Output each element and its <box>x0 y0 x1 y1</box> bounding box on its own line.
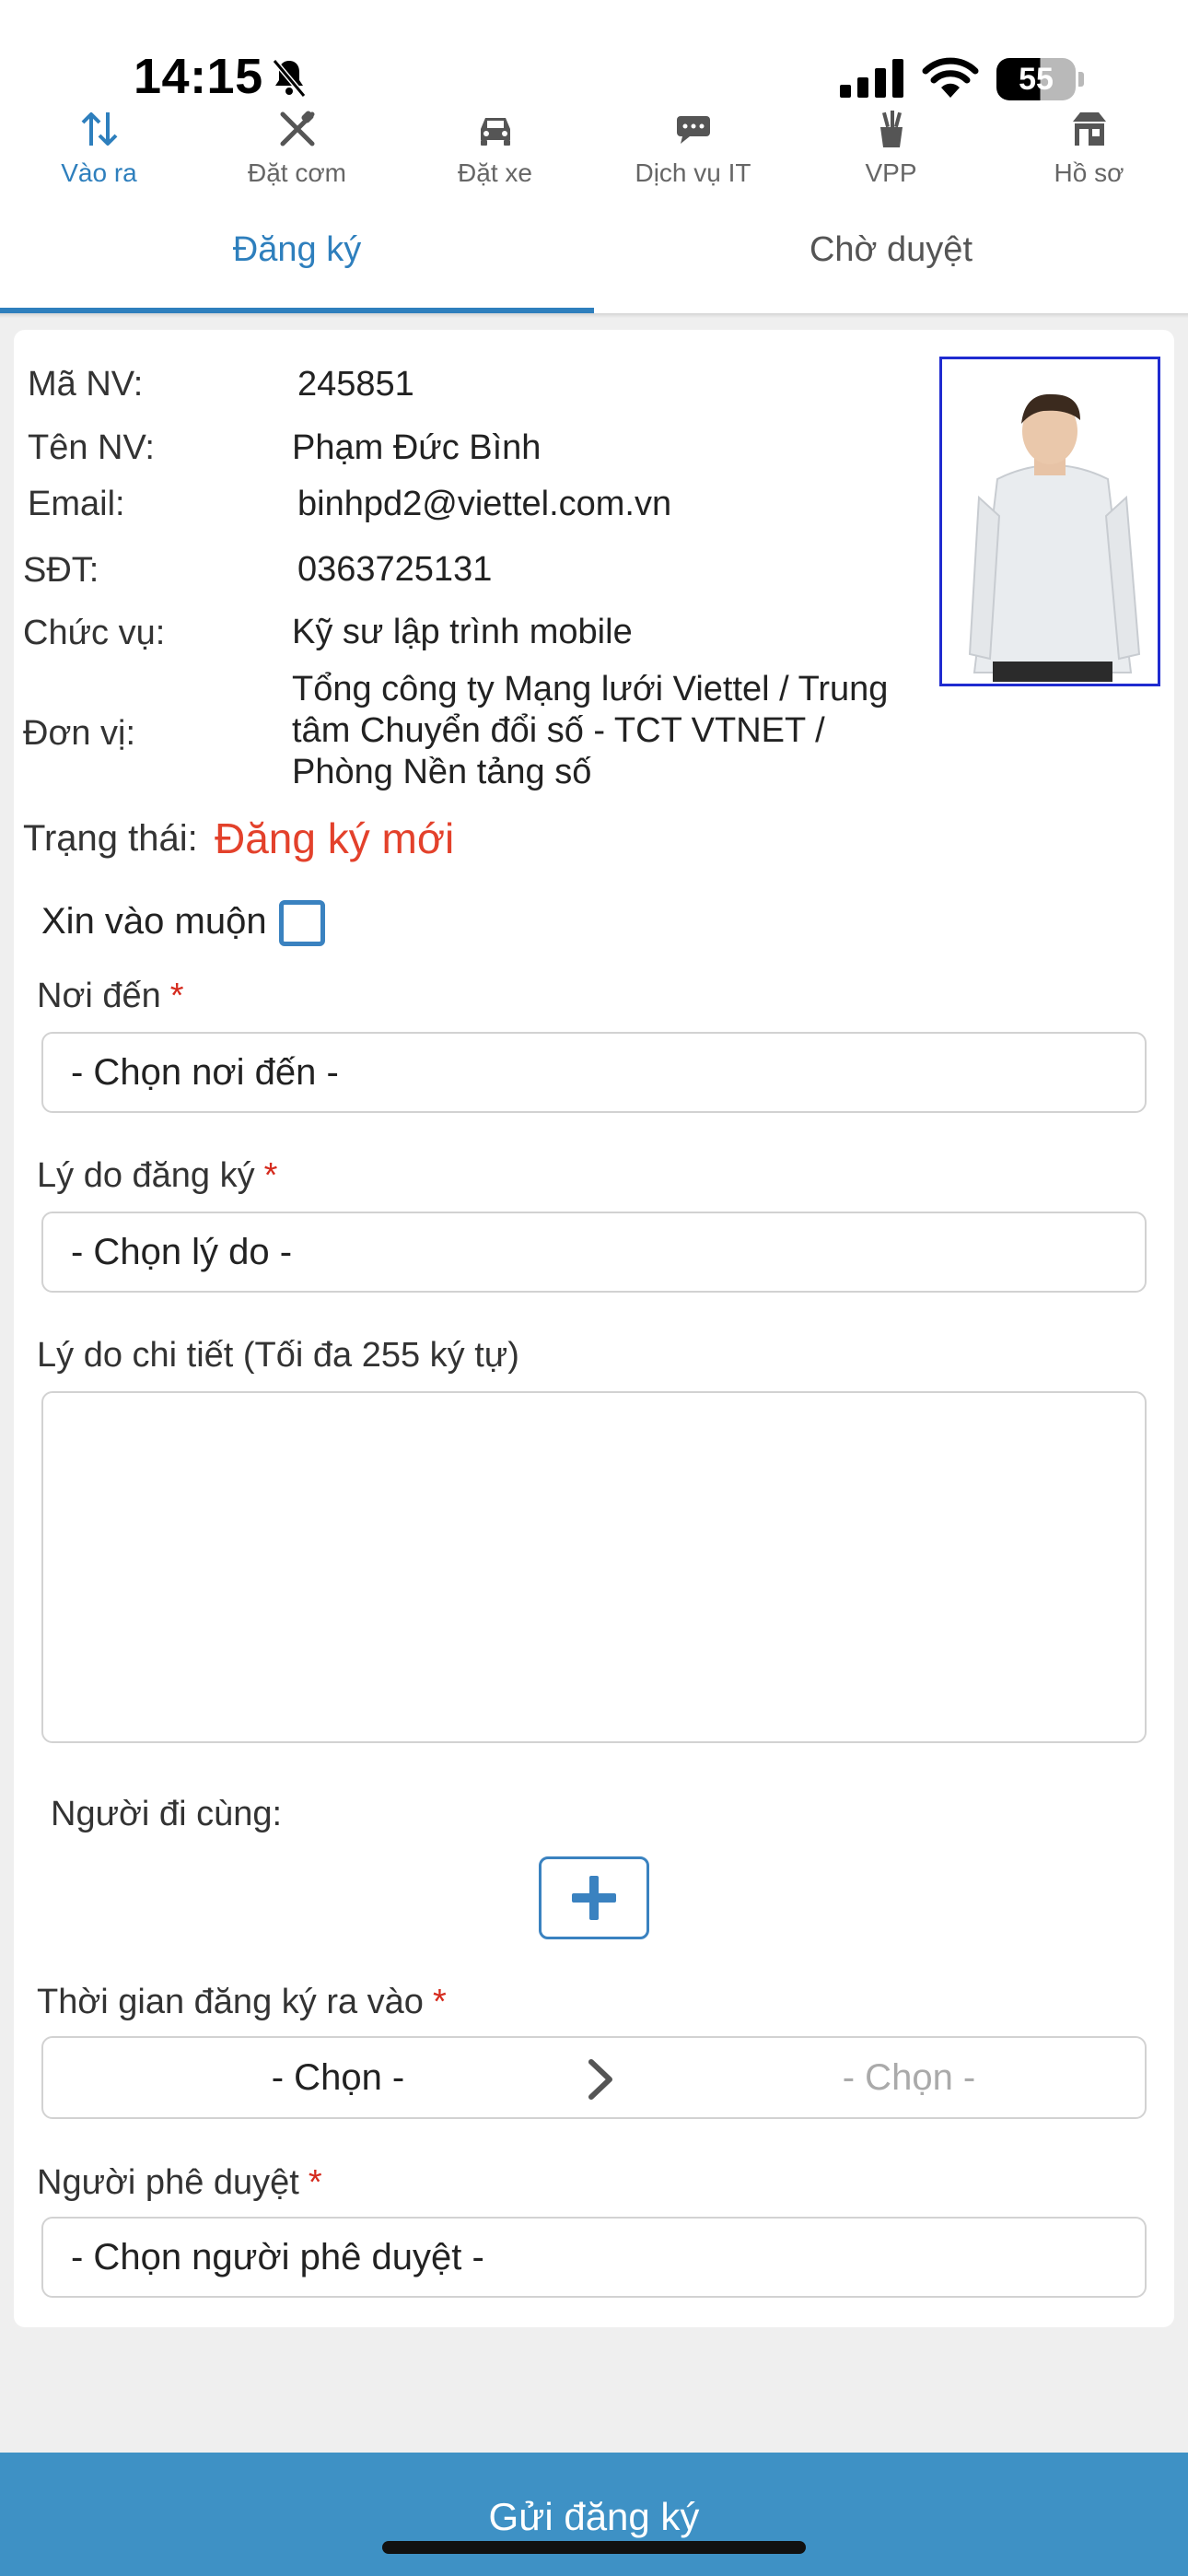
employee-unit-line-3: Phòng Nền tảng số <box>292 753 592 791</box>
employee-id-value: 245851 <box>297 365 414 404</box>
top-header: 14:15 55 Vào ra Đặt cơm Đặt xe Dịch vụ I… <box>0 0 1188 318</box>
reason-select[interactable]: - Chọn lý do - <box>41 1212 1147 1293</box>
add-companion-button[interactable] <box>539 1856 649 1939</box>
time-label-text: Thời gian đăng ký ra vào <box>37 1983 424 2021</box>
tab-register[interactable]: Đăng ký <box>0 230 594 315</box>
detail-reason-textarea[interactable] <box>41 1391 1147 1743</box>
top-nav: Vào ra Đặt cơm Đặt xe Dịch vụ IT VPP Hồ … <box>0 101 1188 193</box>
employee-id-label: Mã NV: <box>28 365 144 404</box>
nav-item-label: Đặt cơm <box>247 158 347 187</box>
status-value: Đăng ký mới <box>215 814 455 862</box>
detail-reason-label: Lý do chi tiết (Tối đa 255 ký tự) <box>37 1336 519 1375</box>
reason-label-text: Lý do đăng ký <box>37 1156 255 1195</box>
late-request-label: Xin vào muộn <box>41 901 267 942</box>
reason-label: Lý do đăng ký * <box>37 1156 277 1196</box>
employee-unit-label: Đơn vị: <box>23 714 136 753</box>
nav-item-vpp[interactable]: VPP <box>792 101 990 193</box>
employee-unit-line-2: tâm Chuyển đổi số - TCT VTNET / <box>292 711 825 750</box>
employee-email-label: Email: <box>28 485 125 523</box>
destination-label-text: Nơi đến <box>37 977 161 1015</box>
it-service-icon <box>676 116 710 144</box>
stationery-icon <box>879 111 903 147</box>
nav-item-label: Hồ sơ <box>1054 158 1124 187</box>
status-time: 14:15 <box>134 49 263 104</box>
employee-phone-label: SĐT: <box>23 551 99 590</box>
late-request-checkbox[interactable] <box>279 900 325 946</box>
companion-label: Người đi cùng: <box>51 1795 283 1833</box>
required-mark: * <box>308 2163 322 2202</box>
employee-photo <box>939 357 1160 686</box>
submit-button[interactable]: Gửi đăng ký <box>0 2453 1188 2576</box>
arrows-up-down-icon <box>81 112 117 146</box>
nav-item-label: VPP <box>865 158 917 187</box>
plus-icon <box>572 1876 616 1920</box>
required-mark: * <box>432 1983 447 2021</box>
utensils-icon <box>280 111 314 146</box>
approver-label: Người phê duyệt * <box>37 2163 322 2203</box>
destination-select[interactable]: - Chọn nơi đến - <box>41 1032 1147 1113</box>
employee-phone-value: 0363725131 <box>297 550 493 589</box>
employee-email-value: binhpd2@viettel.com.vn <box>297 485 672 523</box>
time-to-select[interactable]: - Chọn - <box>633 2038 1185 2117</box>
cellular-signal-icon <box>840 59 903 98</box>
nav-item-dich-vu-it[interactable]: Dịch vụ IT <box>594 101 792 193</box>
employee-position-label: Chức vụ: <box>23 614 166 652</box>
wifi-icon <box>922 57 979 98</box>
required-mark: * <box>169 977 184 1015</box>
nav-item-ho-so[interactable]: Hồ sơ <box>990 101 1188 193</box>
employee-position-value: Kỹ sư lập trình mobile <box>292 613 633 651</box>
status-label: Trạng thái: <box>23 818 198 859</box>
required-mark: * <box>263 1156 278 1195</box>
time-label: Thời gian đăng ký ra vào * <box>37 1983 447 2022</box>
nav-item-vao-ra[interactable]: Vào ra <box>0 101 198 193</box>
time-range-field: - Chọn - - Chọn - <box>41 2036 1147 2119</box>
time-from-select[interactable]: - Chọn - <box>43 2038 596 2117</box>
car-icon <box>480 118 510 146</box>
nav-item-label: Vào ra <box>61 158 137 187</box>
approver-label-text: Người phê duyệt <box>37 2163 299 2202</box>
battery-level: 55 <box>996 58 1076 100</box>
employee-name-label: Tên NV: <box>28 428 155 467</box>
bell-muted-icon <box>272 59 307 98</box>
chevron-right-icon <box>588 2059 612 2100</box>
employee-unit-line-1: Tổng công ty Mạng lưới Viettel / Trung <box>292 670 889 708</box>
tab-pending[interactable]: Chờ duyệt <box>594 230 1188 315</box>
profile-shop-icon <box>1072 112 1106 146</box>
nav-item-label: Đặt xe <box>458 158 532 187</box>
employee-name-value: Phạm Đức Bình <box>292 428 542 467</box>
home-indicator <box>382 2541 806 2554</box>
nav-item-dat-com[interactable]: Đặt cơm <box>198 101 396 193</box>
battery-icon: 55 <box>996 58 1085 100</box>
approver-select[interactable]: - Chọn người phê duyệt - <box>41 2217 1147 2298</box>
nav-item-label: Dịch vụ IT <box>635 158 751 187</box>
destination-label: Nơi đến * <box>37 977 184 1016</box>
nav-item-dat-xe[interactable]: Đặt xe <box>396 101 594 193</box>
